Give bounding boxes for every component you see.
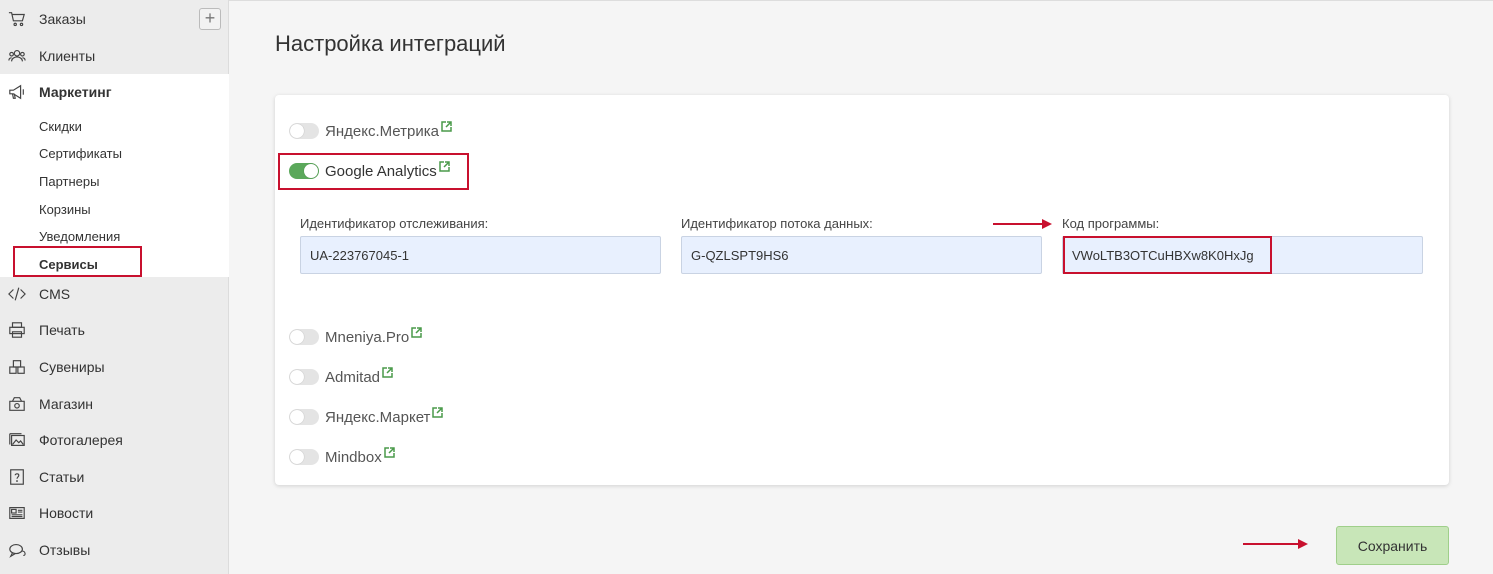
sidebar-item-gallery[interactable]: Фотогалерея xyxy=(0,422,229,458)
sidebar-item-cms[interactable]: CMS xyxy=(0,276,229,312)
printer-icon xyxy=(7,320,27,340)
integration-label: Mneniya.Pro xyxy=(325,328,410,346)
tracking-id-input[interactable] xyxy=(300,236,661,274)
sidebar-item-label: Маркетинг xyxy=(39,84,112,100)
megaphone-icon xyxy=(7,82,27,102)
sidebar-item-label: Сувениры xyxy=(39,359,105,375)
services-highlight-box xyxy=(13,246,142,277)
sidebar-item-marketing[interactable]: Маркетинг xyxy=(0,74,229,110)
boxes-icon xyxy=(7,357,27,377)
mindbox-toggle[interactable] xyxy=(289,449,319,465)
sidebar-item-orders[interactable]: Заказы xyxy=(0,1,229,37)
admitad-toggle[interactable] xyxy=(289,369,319,385)
submenu-item-certificates[interactable]: Сертификаты xyxy=(39,146,122,161)
google-analytics-highlight-box xyxy=(278,153,469,190)
sidebar-item-label: Новости xyxy=(39,505,94,521)
sidebar-item-reviews[interactable]: Отзывы xyxy=(0,532,229,568)
integrations-card: Яндекс.Метрика Google Analytics Идентифи… xyxy=(275,95,1449,485)
integration-mindbox: Mindbox xyxy=(289,445,395,469)
integration-label: Яндекс.Метрика xyxy=(325,122,439,140)
integration-mneniya-pro: Mneniya.Pro xyxy=(289,325,422,349)
stream-id-label: Идентификатор потока данных: xyxy=(681,216,873,231)
program-code-highlight-box xyxy=(1063,236,1272,274)
submenu-item-discounts[interactable]: Скидки xyxy=(39,119,82,134)
sidebar-item-label: Фотогалерея xyxy=(39,432,123,448)
yandex-metrika-toggle[interactable] xyxy=(289,123,319,139)
sidebar-item-label: Магазин xyxy=(39,396,94,412)
integration-label: Mindbox xyxy=(325,448,382,466)
external-link-icon[interactable] xyxy=(411,325,422,338)
cart-icon xyxy=(7,9,27,29)
sidebar-item-label: Отзывы xyxy=(39,542,91,558)
sidebar-item-souvenirs[interactable]: Сувениры xyxy=(0,349,229,385)
mneniya-pro-toggle[interactable] xyxy=(289,329,319,345)
integration-yandex-metrika: Яндекс.Метрика xyxy=(289,119,452,143)
tracking-id-label: Идентификатор отслеживания: xyxy=(300,216,489,231)
sidebar-item-shop[interactable]: Магазин xyxy=(0,386,229,422)
integration-label: Admitad xyxy=(325,368,381,386)
page-title: Настройка интеграций xyxy=(275,31,506,56)
newspaper-icon xyxy=(7,503,27,523)
question-icon xyxy=(7,467,27,487)
external-link-icon[interactable] xyxy=(432,405,444,418)
external-link-icon[interactable] xyxy=(383,445,395,458)
sidebar-item-clients[interactable]: Клиенты xyxy=(0,38,229,74)
sidebar-item-label: Статьи xyxy=(39,469,85,485)
integration-label: Яндекс.Маркет xyxy=(325,408,431,426)
chat-icon xyxy=(7,540,27,560)
sidebar-item-print[interactable]: Печать xyxy=(0,312,229,348)
users-icon xyxy=(7,46,27,66)
sidebar-item-articles[interactable]: Статьи xyxy=(0,459,229,495)
submenu-item-partners[interactable]: Партнеры xyxy=(39,174,99,189)
sidebar-item-label: CMS xyxy=(39,286,71,302)
save-button[interactable]: Сохранить xyxy=(1336,526,1449,565)
stream-id-input[interactable] xyxy=(681,236,1042,274)
arrow-save-annotation xyxy=(1243,538,1309,550)
add-order-button[interactable]: + xyxy=(199,8,221,30)
submenu-item-carts[interactable]: Корзины xyxy=(39,202,91,217)
external-link-icon[interactable] xyxy=(441,119,452,132)
code-icon xyxy=(7,284,27,304)
sidebar-item-label: Клиенты xyxy=(39,48,96,64)
integration-yandex-market: Яндекс.Маркет xyxy=(289,405,444,429)
shop-icon xyxy=(7,394,27,414)
sidebar-item-label: Заказы xyxy=(39,11,86,27)
sidebar: Заказы + Клиенты Маркетинг Скидки Сертиф… xyxy=(0,0,229,574)
sidebar-item-label: Печать xyxy=(39,322,85,338)
program-code-label: Код программы: xyxy=(1062,216,1160,231)
gallery-icon xyxy=(7,430,27,450)
submenu-item-notifications[interactable]: Уведомления xyxy=(39,229,120,244)
arrow-program-code-annotation xyxy=(993,218,1053,230)
external-link-icon[interactable] xyxy=(382,365,393,378)
yandex-market-toggle[interactable] xyxy=(289,409,319,425)
sidebar-item-news[interactable]: Новости xyxy=(0,495,229,531)
integration-admitad: Admitad xyxy=(289,365,393,389)
